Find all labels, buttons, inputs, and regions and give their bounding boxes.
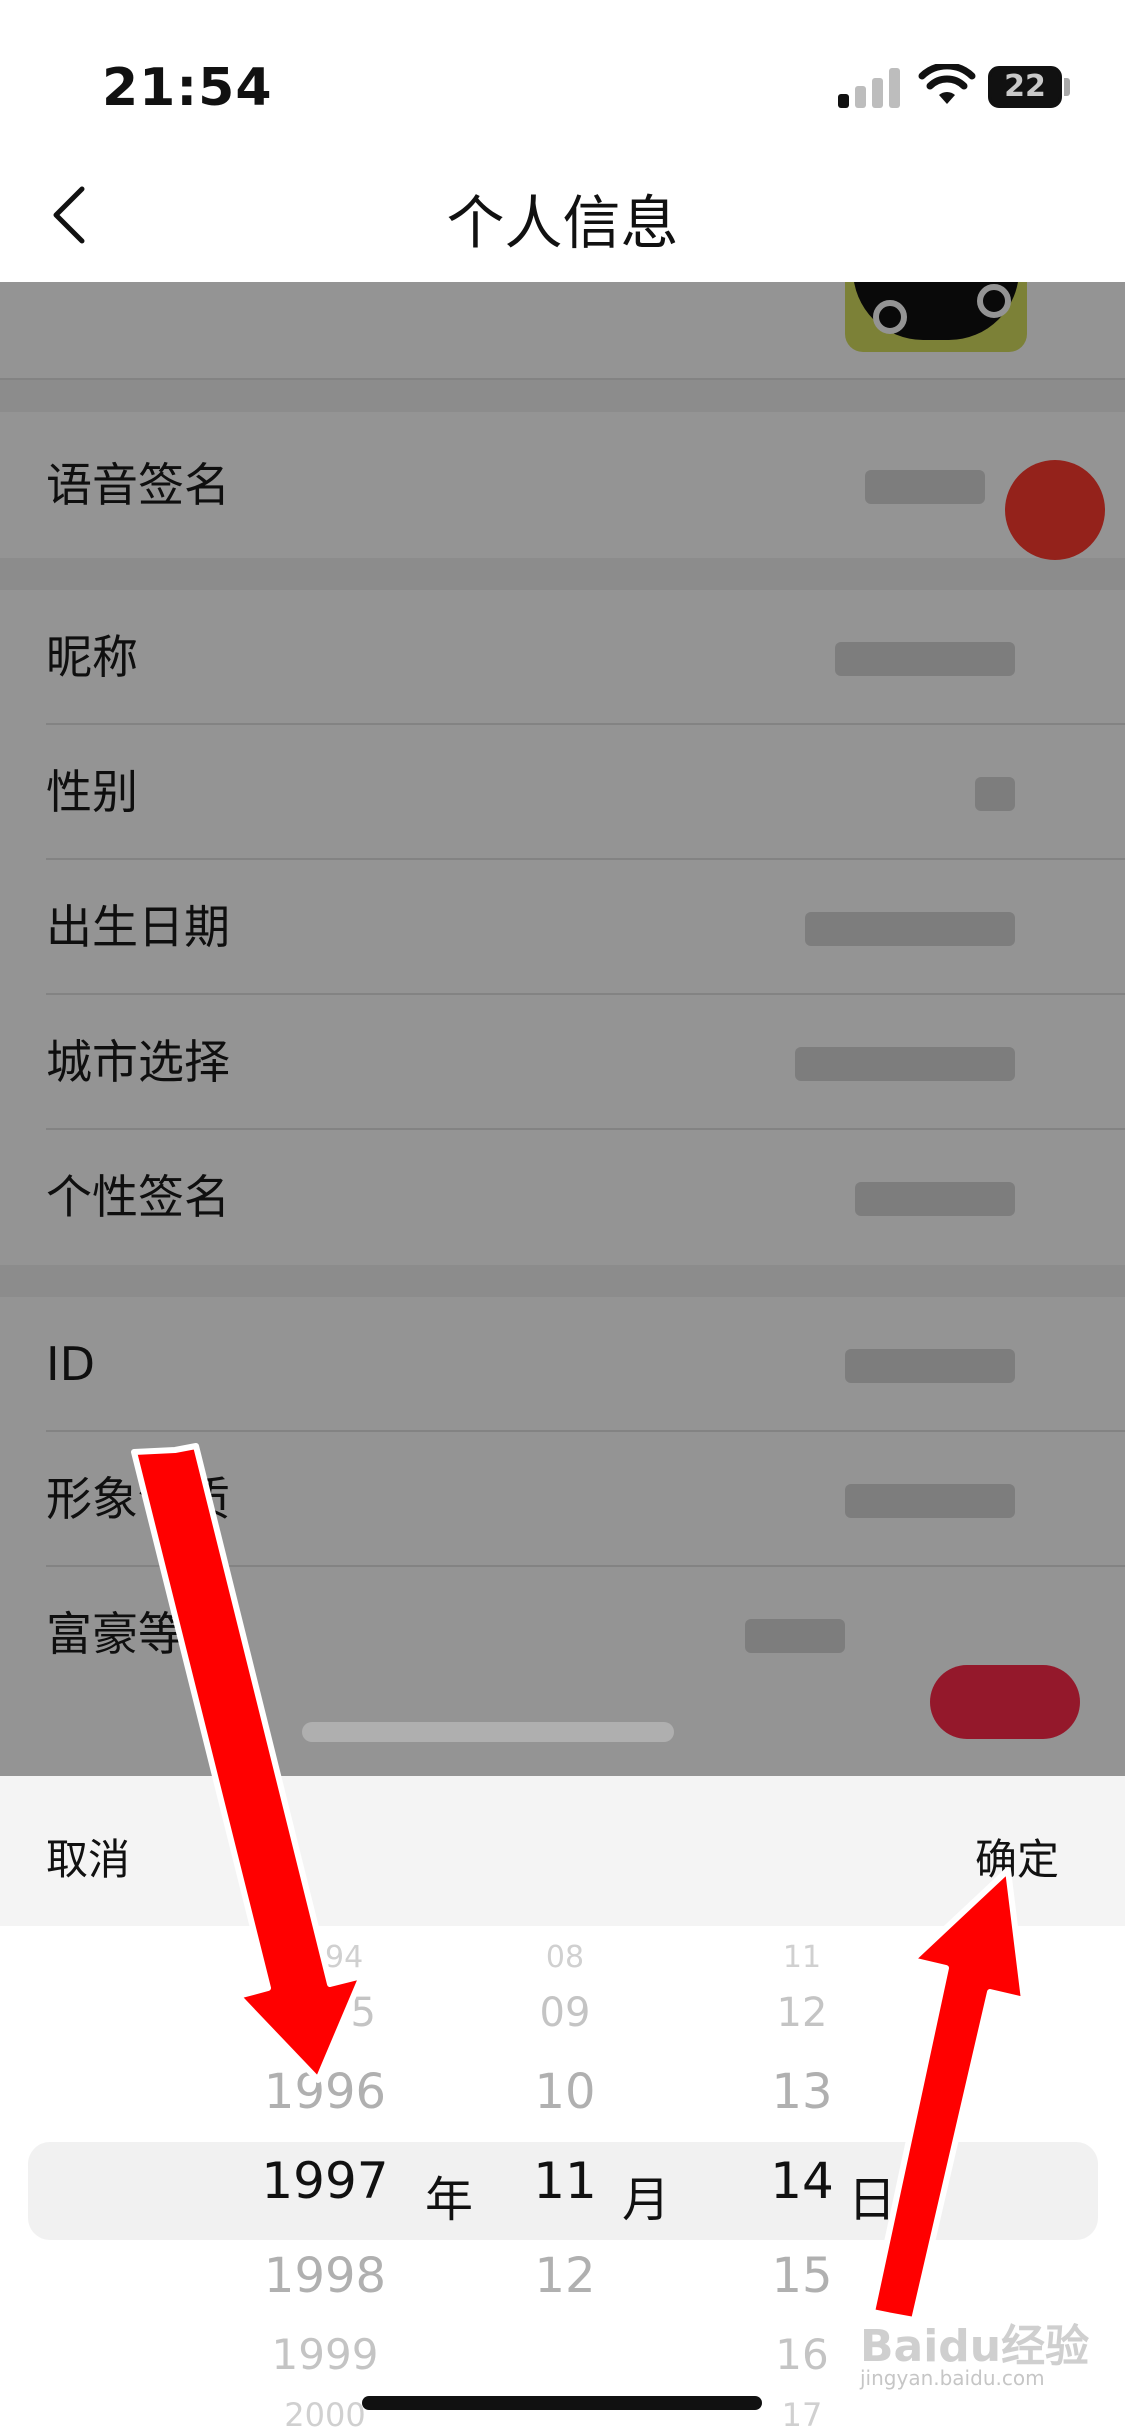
year-option[interactable]: 1998 <box>215 2248 435 2304</box>
day-option[interactable]: 13 <box>692 2064 912 2120</box>
day-unit: 日 <box>848 2172 897 2228</box>
battery-icon: 22 <box>988 66 1062 108</box>
battery-cap <box>1064 78 1070 96</box>
cancel-button[interactable]: 取消 <box>46 1826 130 1887</box>
wifi-icon <box>918 64 976 104</box>
year-wheel[interactable]: 1994 1995 1996 1997 1998 1999 2000 <box>215 1926 435 2436</box>
home-indicator[interactable] <box>362 2396 762 2410</box>
year-option[interactable]: 1994 <box>215 1940 435 1975</box>
picker-toolbar <box>0 1776 1125 1926</box>
month-option[interactable]: 10 <box>455 2064 675 2120</box>
month-option[interactable]: 09 <box>455 1990 675 2036</box>
status-time: 21:54 <box>102 58 273 118</box>
day-option[interactable]: 12 <box>692 1990 912 2036</box>
month-option[interactable]: 08 <box>455 1940 675 1975</box>
page-title: 个人信息 <box>446 189 679 257</box>
year-selected[interactable]: 1997 <box>215 2152 435 2210</box>
month-unit: 月 <box>622 2172 671 2228</box>
scroll-indicator <box>302 1722 674 1742</box>
year-option[interactable]: 1996 <box>215 2064 435 2120</box>
dim-overlay[interactable] <box>0 282 1125 1776</box>
baidu-watermark-url: jingyan.baidu.com <box>860 2366 1045 2390</box>
month-option[interactable]: 12 <box>455 2248 675 2304</box>
battery-level-text: 22 <box>1004 69 1046 104</box>
baidu-watermark: Baidu经验 <box>860 2321 1090 2372</box>
cellular-signal-icon <box>838 66 900 108</box>
day-option[interactable]: 11 <box>692 1940 912 1975</box>
year-option[interactable]: 1999 <box>215 2330 435 2379</box>
confirm-button[interactable]: 确定 <box>975 1826 1059 1887</box>
day-option[interactable]: 15 <box>692 2248 912 2304</box>
year-option[interactable]: 1995 <box>215 1990 435 2036</box>
